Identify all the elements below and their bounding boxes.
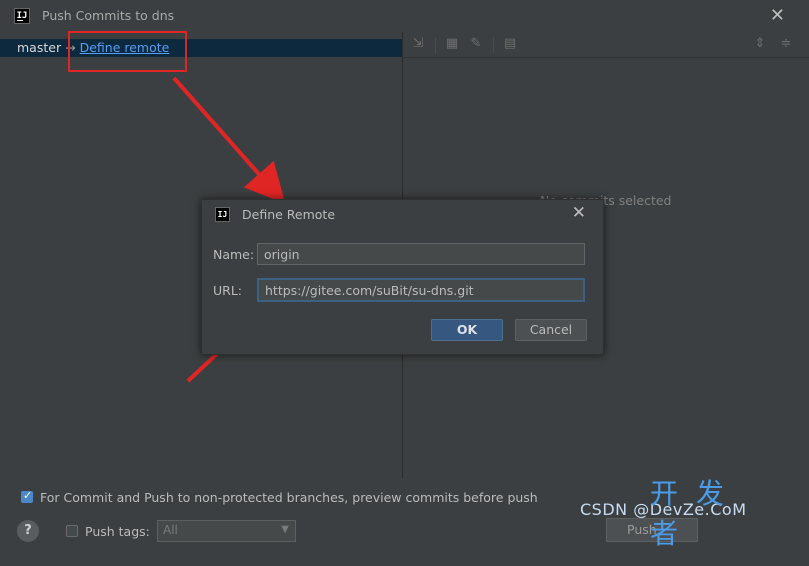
remote-url-input[interactable] (257, 278, 585, 302)
preview-icon[interactable]: ▤ (503, 37, 517, 51)
name-label: Name: (213, 247, 255, 262)
push-tags-checkbox[interactable] (66, 525, 78, 537)
title-bar: IJ Push Commits to dns ✕ (0, 0, 809, 32)
chevron-down-icon: ▼ (281, 524, 289, 535)
cancel-button[interactable]: Cancel (515, 319, 587, 341)
bottom-panel: For Commit and Push to non-protected bra… (0, 478, 809, 566)
branch-name: master (17, 40, 62, 55)
push-tags-value: All (163, 523, 178, 537)
intellij-logo-icon: IJ (14, 8, 30, 24)
details-toolbar: ⇲ ▦ ✎ ▤ ⇕ ≑ (403, 32, 809, 58)
preview-option-label: For Commit and Push to non-protected bra… (40, 490, 538, 505)
close-icon[interactable]: ✕ (770, 5, 785, 26)
dialog-title: Define Remote (242, 207, 336, 222)
define-remote-dialog: IJ Define Remote ✕ Name: URL: OK Cancel (201, 199, 604, 355)
close-icon[interactable]: ✕ (572, 203, 586, 223)
branch-row-master[interactable]: master → Define remote (0, 39, 402, 57)
collapse-icon[interactable]: ⇲ (411, 37, 425, 51)
url-label: URL: (213, 283, 243, 298)
toolbar-divider (435, 37, 436, 53)
intellij-logo-icon: IJ (215, 207, 230, 222)
expand-all-icon[interactable]: ⇕ (753, 37, 767, 51)
edit-icon[interactable]: ✎ (469, 37, 483, 51)
push-tags-select[interactable]: All ▼ (157, 520, 296, 542)
help-button[interactable]: ? (17, 520, 39, 542)
push-tags-label: Push tags: (85, 524, 150, 539)
collapse-all-icon[interactable]: ≑ (779, 37, 793, 51)
annotation-highlight-box (68, 31, 187, 72)
ok-button[interactable]: OK (431, 319, 503, 341)
remote-name-input[interactable] (257, 243, 585, 265)
group-by-icon[interactable]: ▦ (445, 37, 459, 51)
window-title: Push Commits to dns (42, 8, 175, 23)
toolbar-divider (493, 37, 494, 53)
push-button[interactable]: Push (606, 518, 698, 542)
preview-checkbox[interactable] (21, 489, 33, 503)
